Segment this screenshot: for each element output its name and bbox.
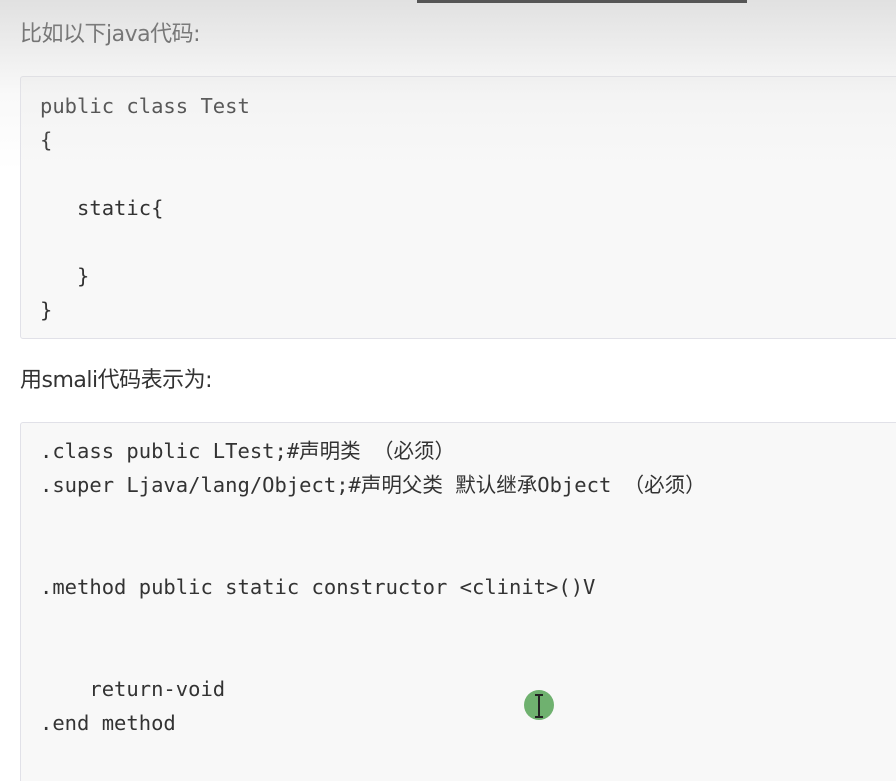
code-line: .end method xyxy=(40,711,176,735)
smali-code-block[interactable]: .class public LTest;#声明类 （必须） .super Ljav… xyxy=(20,422,896,781)
code-line: } xyxy=(40,298,53,322)
text-cursor-icon xyxy=(535,694,543,718)
code-line: return-void xyxy=(40,677,226,701)
code-line: .class public LTest;#声明类 （必须） xyxy=(40,439,456,463)
code-line: .method public static constructor <clini… xyxy=(40,575,596,599)
java-code-block[interactable]: public class Test { static{ }} xyxy=(20,76,896,339)
code-line: { xyxy=(40,128,53,152)
code-line: } xyxy=(40,264,90,288)
code-line: .super Ljava/lang/Object;#声明父类 默认继承Objec… xyxy=(40,473,706,497)
code-line: public class Test xyxy=(40,94,250,118)
scroll-indicator xyxy=(417,0,747,3)
smali-heading: 用smali代码表示为: xyxy=(20,368,213,393)
code-line: static{ xyxy=(40,196,164,220)
java-heading: 比如以下java代码: xyxy=(20,22,201,47)
